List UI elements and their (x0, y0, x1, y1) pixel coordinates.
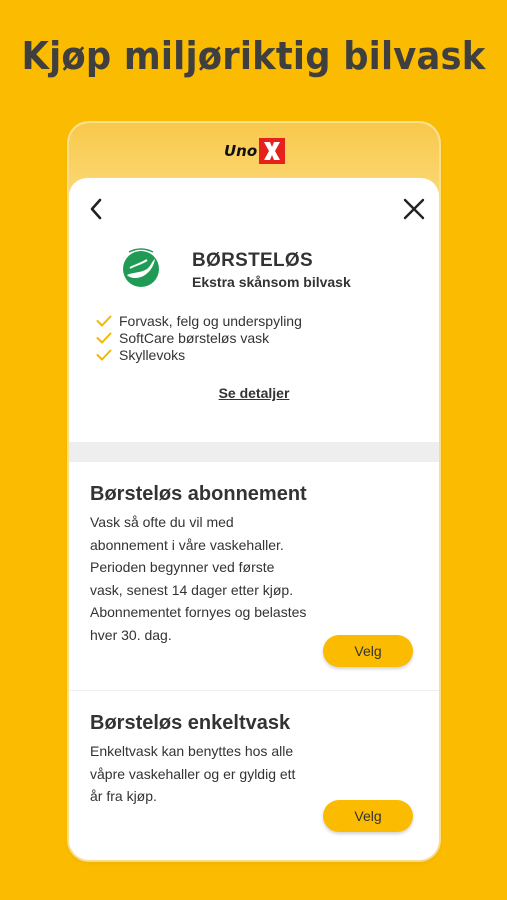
option-title: Børsteløs abonnement (90, 483, 307, 505)
product-subtitle: Ekstra skånsom bilvask (192, 274, 351, 290)
close-button[interactable] (401, 196, 427, 222)
checkmark-icon (96, 315, 112, 326)
feature-label: SoftCare børsteløs vask (119, 329, 270, 346)
product-title: BØRSTELØS (192, 250, 313, 271)
logo-x-icon (259, 138, 286, 164)
select-subscription-button[interactable]: Velg (323, 635, 413, 667)
phone-frame: Uno BØRSTELØS Ekstra skånsom bilvask For… (69, 123, 439, 860)
close-icon (403, 198, 425, 220)
brand-logo: Uno (224, 137, 286, 165)
option-title: Børsteløs enkeltvask (90, 712, 291, 734)
see-details-link[interactable]: Se detaljer (69, 385, 439, 401)
feature-label: Forvask, felg og underspyling (119, 312, 302, 329)
feature-item: Skyllevoks (96, 346, 302, 363)
select-single-wash-button[interactable]: Velg (323, 800, 413, 832)
feature-label: Skyllevoks (119, 346, 186, 363)
feature-item: SoftCare børsteløs vask (96, 329, 302, 346)
chevron-left-icon (90, 198, 102, 220)
back-button[interactable] (85, 196, 107, 222)
option-description: Vask så ofte du vil med abonnement i vår… (90, 514, 307, 643)
checkmark-icon (96, 349, 112, 360)
product-sheet: BØRSTELØS Ekstra skånsom bilvask Forvask… (69, 178, 439, 860)
section-divider (69, 442, 439, 462)
feature-list: Forvask, felg og underspyling SoftCare b… (96, 312, 302, 363)
option-description: Enkeltvask kan benyttes hos alle våpre v… (90, 743, 296, 804)
headline: Kjøp miljøriktig bilvask (21, 34, 486, 78)
nordic-swan-ecolabel-icon (121, 246, 161, 292)
logo-text: Uno (224, 142, 258, 160)
checkmark-icon (96, 332, 112, 343)
option-separator (69, 690, 439, 691)
feature-item: Forvask, felg og underspyling (96, 312, 302, 329)
